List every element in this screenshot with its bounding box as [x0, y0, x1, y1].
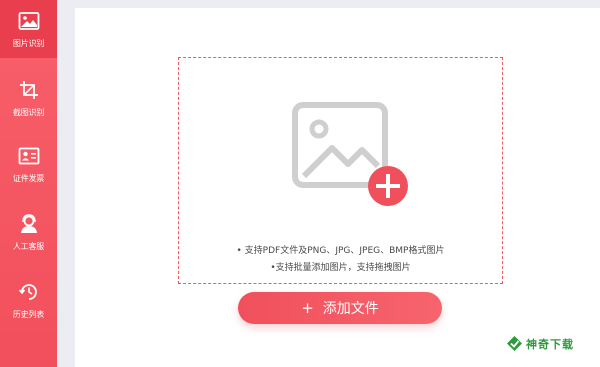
watermark: 神奇下载 — [506, 335, 574, 352]
add-image-icon — [292, 102, 408, 206]
sidebar-item-label: 人工客服 — [12, 241, 45, 251]
sidebar-item-label: 截图识别 — [12, 107, 45, 117]
sidebar-item-label: 图片识别 — [12, 38, 45, 48]
sidebar-item-label: 证件发票 — [12, 173, 45, 183]
sidebar-item-customer-service[interactable]: 人工客服 — [0, 203, 57, 261]
batch-hint: •支持批量添加图片，支持拖拽图片 — [270, 263, 411, 273]
customer-service-icon — [20, 213, 37, 233]
sidebar: 图片识别 截图识别 证件发票 人工客服 历史列表 — [0, 0, 57, 367]
history-icon — [18, 283, 37, 300]
sidebar-item-screenshot-recognition[interactable]: 截图识别 — [0, 69, 57, 127]
add-file-label: 添加文件 — [322, 301, 379, 317]
add-file-button[interactable]: + 添加文件 — [238, 292, 442, 324]
sidebar-item-image-recognition[interactable]: 图片识别 — [0, 0, 57, 58]
crop-icon — [19, 80, 38, 99]
upload-dropzone[interactable]: • 支持PDF文件及PNG、JPG、JPEG、BMP格式图片 •支持批量添加图片… — [178, 57, 503, 284]
sidebar-item-id-invoice[interactable]: 证件发票 — [0, 135, 57, 193]
watermark-text: 神奇下载 — [526, 337, 574, 351]
image-icon — [18, 11, 39, 30]
sidebar-item-history[interactable]: 历史列表 — [0, 271, 57, 329]
plus-icon: + — [301, 299, 314, 317]
watermark-logo-icon — [507, 336, 522, 351]
id-card-icon — [18, 147, 39, 164]
sidebar-item-label: 历史列表 — [12, 309, 45, 319]
format-hint: • 支持PDF文件及PNG、JPG、JPEG、BMP格式图片 — [236, 246, 445, 256]
